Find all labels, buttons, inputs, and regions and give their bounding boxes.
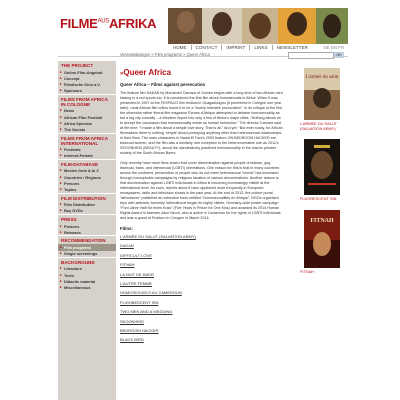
- film-poster[interactable]: [304, 139, 340, 196]
- sidebar-item[interactable]: The Guests: [58, 126, 116, 132]
- language-switcher[interactable]: DE EN FR: [324, 45, 345, 50]
- film-poster[interactable]: FITNAH: [304, 209, 340, 268]
- poster-caption[interactable]: FLUORESCENT SIN: [300, 197, 348, 202]
- logo-mid: AUS: [97, 18, 110, 25]
- article-paragraph: Only recently have more films arisen tha…: [120, 161, 281, 220]
- site-header: FILMEAUSAFRIKA: [58, 8, 348, 44]
- sidebar-section-title: FILM DISTRIBUTION: [58, 192, 116, 202]
- film-link[interactable]: BEDROOM HACKER: [120, 328, 284, 333]
- nav-home[interactable]: HOME: [169, 45, 191, 50]
- sidebar-item[interactable]: Single screenings: [58, 251, 116, 257]
- sidebar-section-title: FILM-DATABASE: [58, 158, 116, 168]
- sidebar-section-title: FILMS FROM AFRICA IN COLOGNE: [58, 93, 116, 108]
- film-poster[interactable]: L'armée du salut: [304, 68, 340, 120]
- film-link[interactable]: SKOONHEID: [120, 319, 284, 324]
- poster-title-text: FITNAH: [310, 218, 334, 224]
- film-link[interactable]: DIFFICULT LOVE: [120, 253, 284, 258]
- nav-imprint[interactable]: IMPRINT: [221, 45, 249, 50]
- film-link[interactable]: L'AUTRE FEMME: [120, 281, 284, 286]
- poster-column: L'armée du salut L'ARMÉE DU SALUT (SALVA…: [296, 68, 348, 282]
- article-subtitle: Queer Africa – Films against persecution: [120, 82, 206, 87]
- sidebar-item[interactable]: Buy DVDs: [58, 208, 116, 214]
- logo-tail: AFRIKA: [108, 16, 157, 31]
- film-link[interactable]: DAKAN: [120, 243, 284, 248]
- sidebar: THE PROJECT Online-Film-Angebot Concept …: [58, 60, 116, 400]
- nav-contact[interactable]: CONTACT: [190, 45, 222, 50]
- film-link[interactable]: FLIGHBESCENT SIN: [120, 300, 284, 305]
- sidebar-item[interactable]: Sponsors: [58, 88, 116, 94]
- film-link[interactable]: LA NUIT DE BADR: [120, 272, 284, 277]
- films-heading: Films:: [120, 226, 133, 231]
- nav-newsletter[interactable]: NEWSLETTER: [271, 45, 312, 50]
- film-link[interactable]: BLACK BIRD: [120, 337, 284, 342]
- sidebar-item[interactable]: Miscellaneous: [58, 284, 116, 290]
- article-paragraph: The feature film DAKAN by Mohamed Camara…: [120, 91, 283, 155]
- sidebar-section-title: BACKGROUND: [58, 256, 116, 266]
- site-logo[interactable]: FILMEAUSAFRIKA: [60, 16, 157, 31]
- film-link[interactable]: TWO MEN AND A WEDDING: [120, 309, 284, 314]
- sidebar-section-title: PRESS: [58, 214, 116, 223]
- sidebar-section-title: FILMS FROM AFRICA INTERNATIONAL: [58, 132, 116, 147]
- logo-main: FILME: [60, 16, 98, 31]
- sidebar-item[interactable]: Topics: [58, 186, 116, 192]
- nav-links[interactable]: LINKS: [249, 45, 271, 50]
- sidebar-section-title: RECOMMENDATION: [58, 235, 116, 244]
- film-link[interactable]: L'ARMÉE DU SALUT (SALVATION ARMY): [120, 234, 284, 239]
- poster-title-text: L'armée du salut: [305, 75, 339, 80]
- poster-caption[interactable]: FITNAH: [300, 269, 348, 275]
- poster-caption[interactable]: L'ARMÉE DU SALUT (SALVATION ARMY): [300, 121, 348, 131]
- sidebar-item[interactable]: Releases: [58, 229, 116, 235]
- film-link[interactable]: HOMOSEXUELS AU CAMEROUN: [120, 290, 284, 295]
- film-link[interactable]: FITNAH: [120, 262, 284, 267]
- search-button[interactable]: OK: [334, 52, 344, 58]
- breadcrumb[interactable]: Veranstaltungen > Film programs > Queer …: [120, 52, 210, 57]
- page: FILMEAUSAFRIKA HOME CONTACT IMPRINT LINK…: [58, 8, 348, 400]
- sidebar-section-title: THE PROJECT: [58, 60, 116, 69]
- main-content: »Queer Africa Queer Africa – Films again…: [120, 68, 284, 347]
- search-input[interactable]: [288, 52, 334, 59]
- page-title: »Queer Africa: [120, 68, 172, 77]
- sidebar-item[interactable]: Internet-Portals: [58, 153, 116, 159]
- header-photo-strip: [168, 8, 348, 44]
